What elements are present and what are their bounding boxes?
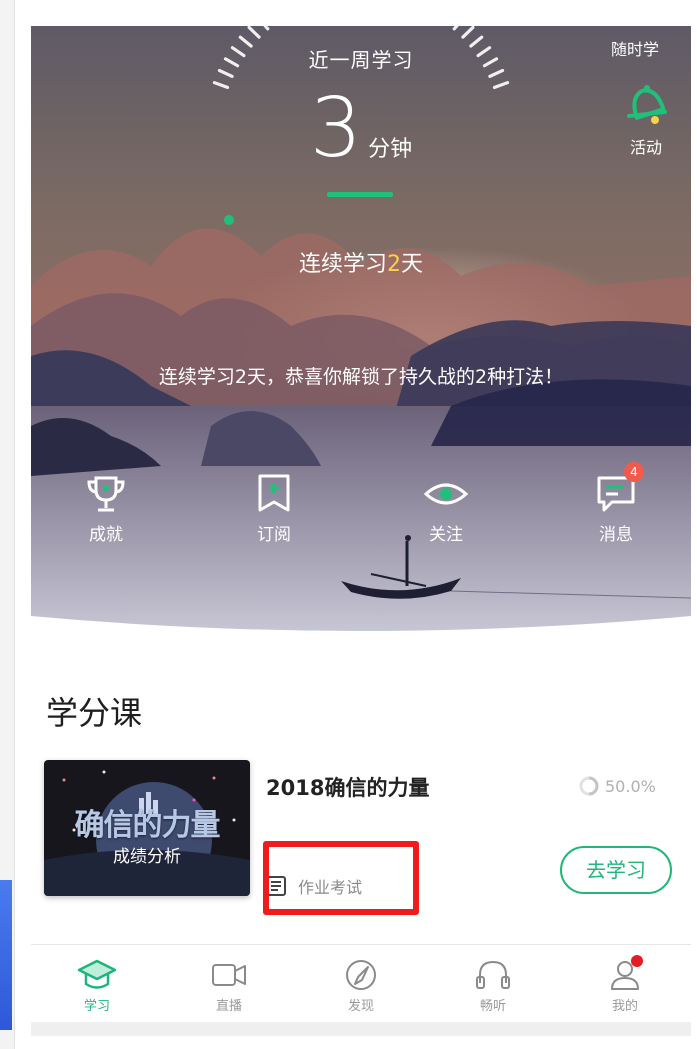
streak-suffix: 天 (401, 252, 424, 277)
nav-discover[interactable]: 发现 (295, 957, 427, 1014)
course-title[interactable]: 2018确信的力量 (266, 772, 429, 802)
eye-icon (423, 483, 469, 505)
course-thumbnail[interactable]: 确信的力量 成绩分析 (44, 760, 250, 896)
nav-listen-label: 畅听 (479, 999, 506, 1014)
go-study-button[interactable]: 去学习 (560, 846, 672, 894)
activity-label: 活动 (629, 138, 662, 157)
follow-button[interactable]: 关注 (391, 472, 501, 545)
nav-listen[interactable]: 畅听 (427, 957, 559, 1014)
messages-button[interactable]: 4 消息 (561, 462, 671, 545)
notification-dot (631, 955, 643, 967)
graduation-cap-icon (77, 959, 117, 989)
nav-study[interactable]: 学习 (31, 957, 163, 1014)
messages-label: 消息 (599, 525, 633, 545)
achievement-label: 成就 (89, 525, 123, 545)
bottom-safe-area (31, 1022, 691, 1036)
streak-text: 连续学习2天 (221, 246, 501, 278)
nav-mine-label: 我的 (611, 999, 638, 1014)
red-highlight-box (263, 841, 419, 915)
course-progress: 50.0% (579, 776, 656, 796)
nav-study-label: 学习 (83, 999, 110, 1014)
achievement-button[interactable]: 成就 (51, 472, 161, 545)
nav-discover-label: 发现 (347, 999, 374, 1014)
study-hero-banner: 近一周学习 3 分钟 连续学习2天 随时学 活动 连续学习2天，恭喜你解锁了持久战… (31, 26, 691, 636)
nav-live[interactable]: 直播 (163, 957, 295, 1014)
thumbnail-subtitle: 成绩分析 (113, 847, 181, 867)
subscribe-button[interactable]: 订阅 (219, 472, 329, 545)
study-minutes: 3 分钟 (231, 84, 491, 174)
bottom-nav: 学习 直播 发现 畅听 我的 (31, 947, 691, 1025)
bookmark-icon (258, 474, 290, 512)
minutes-underline (327, 192, 393, 197)
message-count-badge: 4 (624, 462, 644, 482)
progress-value: 50.0% (605, 776, 656, 796)
anytime-study-button[interactable]: 随时学 (611, 36, 659, 60)
course-card[interactable]: 确信的力量 成绩分析 2018确信的力量 50.0% 作业考试 去学习 (44, 756, 691, 926)
compass-icon (346, 960, 376, 990)
nav-mine[interactable]: 我的 (559, 955, 691, 1014)
headphones-icon (476, 960, 510, 989)
activity-button[interactable]: 活动 (616, 78, 676, 168)
streak-prefix: 连续学习 (298, 252, 387, 277)
bell-icon (627, 85, 667, 124)
thumbnail-title: 确信的力量 (74, 808, 221, 843)
trophy-icon (87, 476, 125, 512)
background-window-strip (0, 880, 12, 1030)
video-camera-icon (212, 964, 246, 986)
nav-divider (31, 944, 691, 945)
week-study-label: 近一周学习 (308, 48, 414, 72)
quick-actions: 成就 订阅 关注 4 消息 (31, 462, 691, 562)
study-minutes-value: 3 (309, 81, 363, 176)
streak-days: 2 (387, 252, 401, 277)
progress-ring-icon (579, 776, 599, 796)
unlock-message: 连续学习2天，恭喜你解锁了持久战的2种打法！ (158, 366, 564, 388)
app-screen: 近一周学习 3 分钟 连续学习2天 随时学 活动 连续学习2天，恭喜你解锁了持久战… (31, 26, 691, 1036)
subscribe-label: 订阅 (257, 525, 291, 545)
section-title: 学分课 (46, 694, 143, 732)
dial-progress-dot (224, 215, 234, 225)
nav-live-label: 直播 (215, 999, 242, 1014)
follow-label: 关注 (429, 525, 463, 545)
study-minutes-unit: 分钟 (368, 137, 413, 162)
